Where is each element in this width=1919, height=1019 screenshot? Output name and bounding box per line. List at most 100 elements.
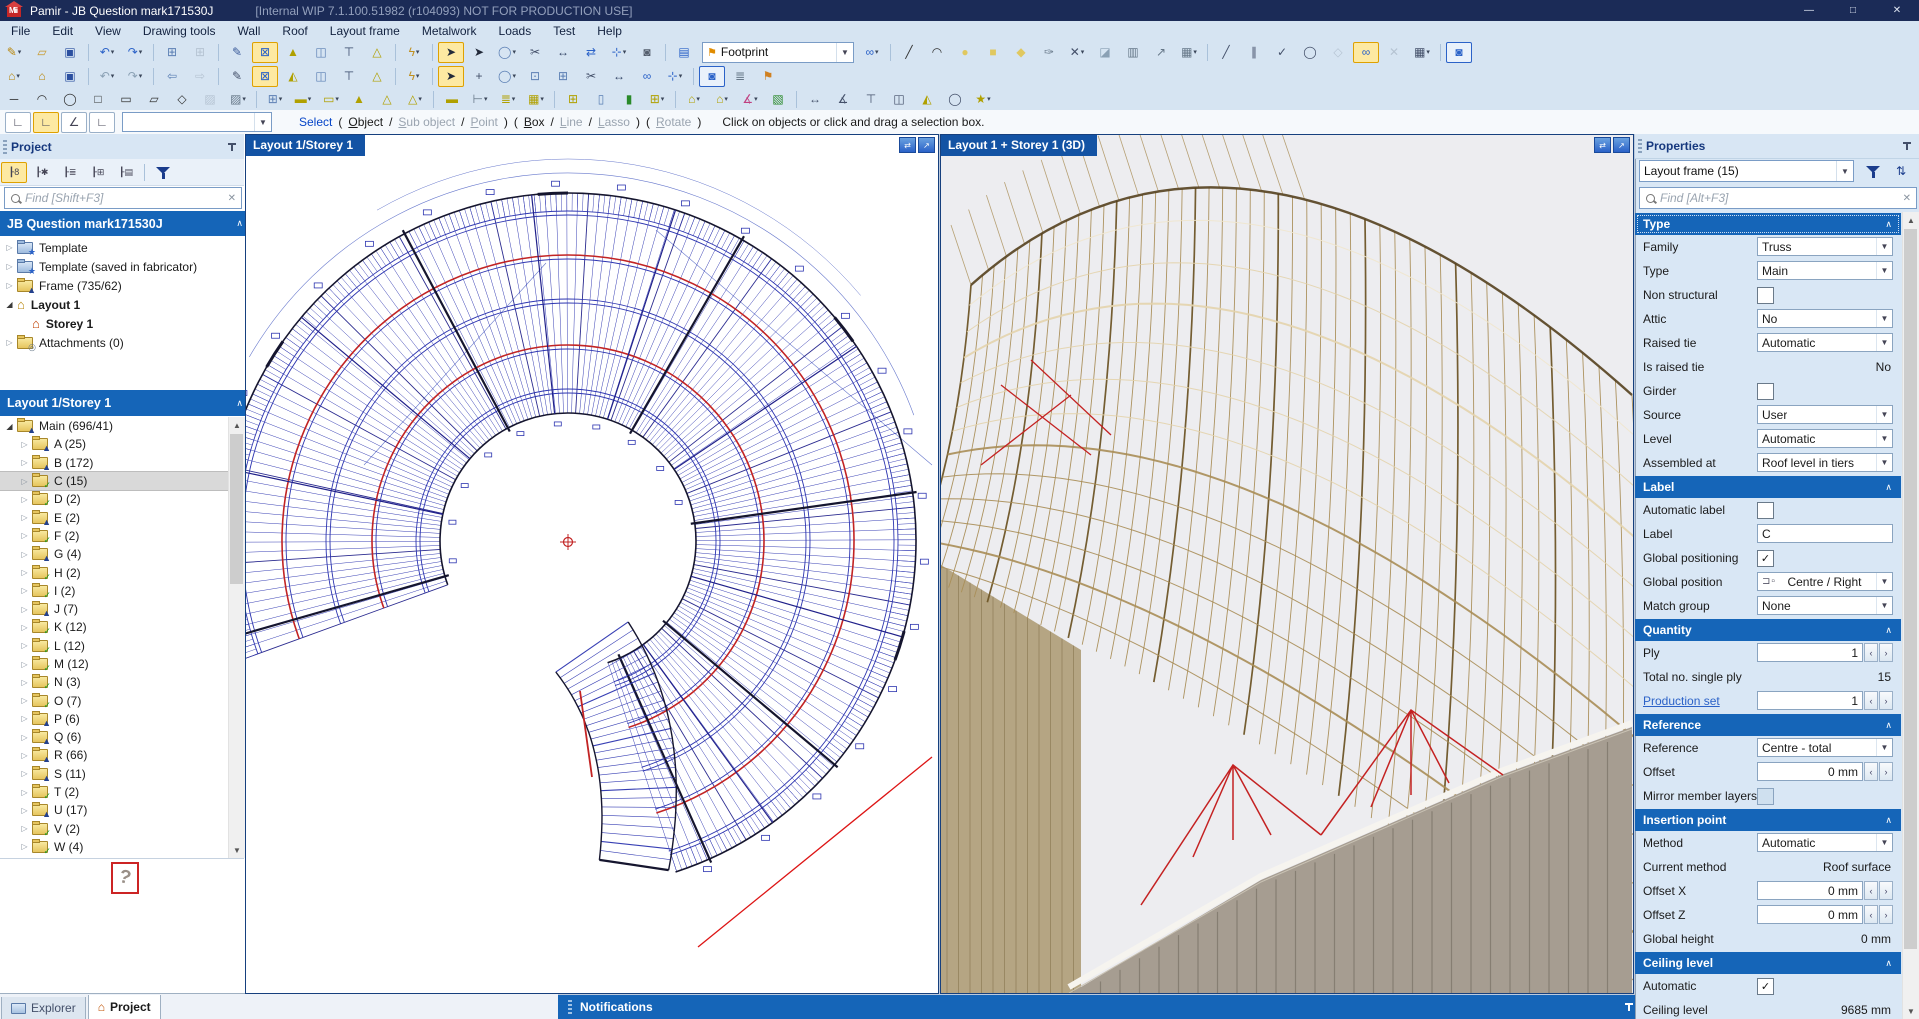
wall-grid-dropdown-arrow[interactable]: ▾ [540,95,544,103]
draw-wall-rect-button[interactable]: □ [85,89,111,110]
selection-token-[interactable]: ) [504,115,508,129]
global-position-dropdown[interactable]: ⊐▫Centre / Right▼ [1757,572,1893,591]
zoom-tool-button[interactable]: ◯▾ [494,42,520,63]
wall-spacing-button[interactable]: ⊢▾ [467,89,493,110]
redo-button[interactable]: ↷▾ [122,42,148,63]
selection-token-[interactable]: / [589,115,592,129]
expander-icon[interactable]: ▷ [19,623,30,632]
open-project-button[interactable]: ▱ [29,42,55,63]
chevron-down-icon[interactable]: ▼ [1876,406,1892,423]
storey-save-button[interactable]: ▣ [57,66,83,87]
tree-item-template-saved-in-fabricator[interactable]: ▷★Template (saved in fabricator) [0,257,244,276]
clear-search-icon[interactable]: ✕ [228,193,236,204]
chevron-down-icon[interactable]: ▼ [1876,454,1892,471]
build-tool-dropdown-arrow[interactable]: ▾ [416,48,420,56]
automatic-checkbox[interactable]: ✓ [1757,978,1774,995]
build-tool-2-button[interactable]: ϟ▾ [401,66,427,87]
collapse-chevron-icon[interactable]: ∧ [1885,219,1892,230]
frame-insert-dropdown-arrow[interactable]: ▾ [279,95,283,103]
raised-tie-dropdown[interactable]: Automatic▼ [1757,333,1893,352]
scrollbar-thumb[interactable] [1904,229,1917,949]
opening-window-button[interactable]: ⊞ [560,89,586,110]
expander-icon[interactable]: ▷ [19,788,30,797]
wall-panel-button[interactable]: ▬ [439,89,465,110]
chevron-down-icon[interactable]: ▼ [836,43,853,62]
draw-polygon-button[interactable]: ◆ [1008,42,1034,63]
datum-tool-2-button[interactable]: ⊹▾ [662,66,688,87]
zoom-fit-button[interactable]: ⊡ [522,66,548,87]
ortho-angle-button[interactable]: ∟ [5,112,31,133]
storey-new-dropdown-arrow[interactable]: ▾ [16,72,20,80]
stepper-decrease-button[interactable]: ‹ [1864,691,1878,710]
tree-item-t-2[interactable]: ▷✓T (2) [0,783,228,801]
stepper-increase-button[interactable]: › [1879,643,1893,662]
menu-edit[interactable]: Edit [41,22,84,40]
selection-token-box[interactable]: Box [524,115,545,129]
assembled-at-dropdown[interactable]: Roof level in tiers▼ [1757,453,1893,472]
menu-loads[interactable]: Loads [488,22,543,40]
datum-tool-dropdown-arrow[interactable]: ▾ [623,48,627,56]
expander-icon[interactable]: ▷ [4,281,15,290]
link-tool-button[interactable]: ⇄ [578,42,604,63]
build-tool-button[interactable]: ϟ▾ [401,42,427,63]
tree-view-standard-button[interactable]: ┠8 [1,162,27,183]
collapse-chevron-icon[interactable]: ∧ [1885,815,1892,826]
storey-open-button[interactable]: ⌂ [29,66,55,87]
scroll-down-icon[interactable]: ▼ [1903,1003,1919,1019]
view-redo-button[interactable]: ↷▾ [122,66,148,87]
label-tool-button[interactable]: ↗ [1148,42,1174,63]
close-button[interactable]: ✕ [1875,0,1919,21]
expander-icon[interactable]: ▷ [19,641,30,650]
edit-2d-button[interactable]: ✎ [224,66,250,87]
expander-icon[interactable]: ▷ [19,806,30,815]
expander-icon[interactable]: ◢ [4,422,15,431]
stepper-decrease-button[interactable]: ‹ [1864,881,1878,900]
footprint-combobox[interactable]: ⚑Footprint▼ [702,42,854,63]
tree-item-m-12[interactable]: ▷✓M (12) [0,655,228,673]
chevron-down-icon[interactable]: ▼ [1876,834,1892,851]
viewport-3d-tab[interactable]: Layout 1 + Storey 1 (3D) [941,135,1097,156]
chevron-down-icon[interactable]: ▼ [1876,573,1892,590]
snapshot-tool-2-button[interactable]: ◙ [699,66,725,87]
trim-tool-button[interactable]: ✂ [522,42,548,63]
tree-view-storeys-button[interactable]: ┠⊞ [85,162,111,183]
draw-wall-ellipse-button[interactable]: ◯ [57,89,83,110]
select-tool-2-button[interactable]: ➤ [438,66,464,87]
zoom-tool-dropdown-arrow[interactable]: ▾ [512,48,516,56]
filter-button[interactable] [150,162,176,183]
draw-ellipse-button[interactable]: ● [952,42,978,63]
tree-item-i-2[interactable]: ▷✓I (2) [0,582,228,600]
copy-properties-button[interactable]: ▥ [1120,42,1146,63]
tree-item-e-2[interactable]: ▷▲E (2) [0,508,228,526]
tree-item-storey-1[interactable]: ⌂Storey 1 [0,314,244,333]
collapse-chevron-icon[interactable]: ∧ [1885,720,1892,731]
draw-arc-button[interactable]: ◠ [924,42,950,63]
production-set-stepper[interactable]: 1‹› [1757,691,1893,710]
expander-icon[interactable]: ▷ [19,678,30,687]
roof-surface-2-button[interactable]: ⌂▾ [709,89,735,110]
dim-linear-button[interactable]: ↔ [802,89,828,110]
view-undo-button[interactable]: ↶▾ [94,66,120,87]
tree-item-d-2[interactable]: ▷✓D (2) [0,490,228,508]
expander-icon[interactable]: ▷ [19,733,30,742]
undo-button[interactable]: ↶▾ [94,42,120,63]
redo-dropdown-arrow[interactable]: ▾ [139,48,143,56]
stepper-decrease-button[interactable]: ‹ [1864,905,1878,924]
menu-drawing-tools[interactable]: Drawing tools [132,22,227,40]
wall-grid-button[interactable]: ▦▾ [523,89,549,110]
tree-item-q-6[interactable]: ▷▲Q (6) [0,728,228,746]
chevron-down-icon[interactable]: ▼ [1876,597,1892,614]
girder-checkbox[interactable] [1757,383,1774,400]
tree-item-attachments-0[interactable]: ▷◎Attachments (0) [0,333,244,352]
draw-wall-arc-button[interactable]: ◠ [29,89,55,110]
layers-tool-button[interactable]: ≣ [727,66,753,87]
viewport-2d-tab[interactable]: Layout 1/Storey 1 [246,135,365,156]
selection-token-select[interactable]: Select [299,115,332,129]
tree-item-g-4[interactable]: ▷▲G (4) [0,545,228,563]
properties-search-box[interactable]: Find [Alt+F3] ✕ [1639,187,1917,209]
select-add-button[interactable]: ➤ [466,42,492,63]
viewport-3d[interactable]: Layout 1 + Storey 1 (3D) ⇄ ↗ [940,134,1634,994]
tree-item-o-7[interactable]: ▷✓O (7) [0,691,228,709]
menu-metalwork[interactable]: Metalwork [411,22,488,40]
dock-tab-project[interactable]: ⌂Project [88,995,161,1019]
